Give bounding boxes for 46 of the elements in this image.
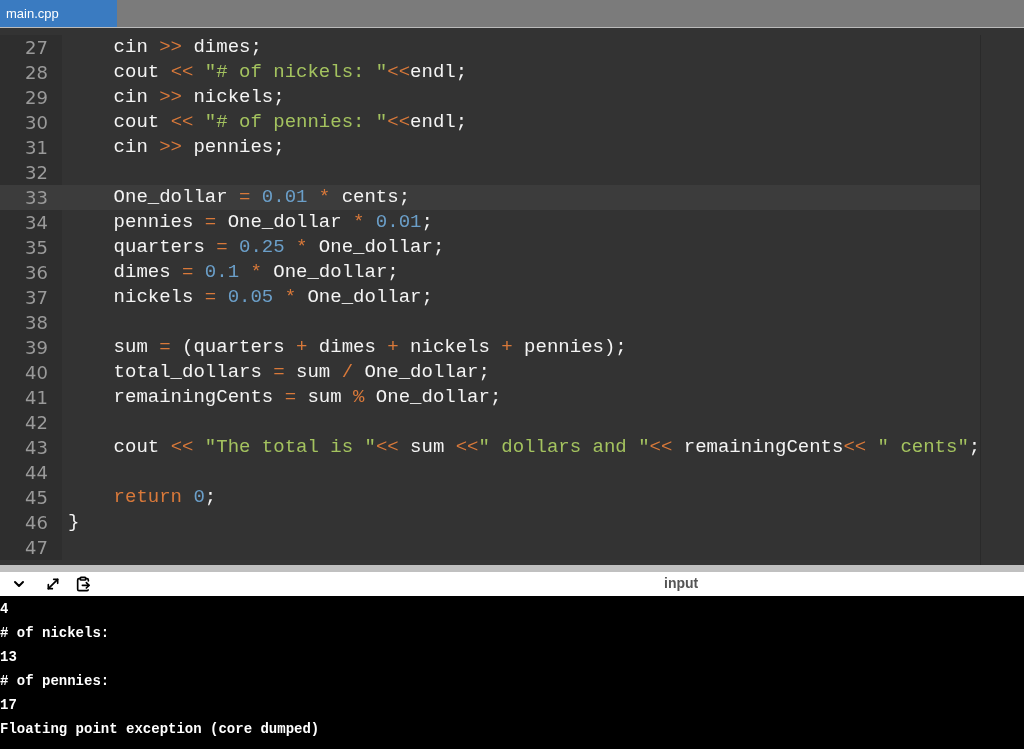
expand-icon[interactable] bbox=[45, 576, 61, 592]
console-output-line: # of pennies: bbox=[0, 672, 111, 691]
line-number: 44 bbox=[0, 460, 62, 485]
code-line: quarters = 0.25 * One_dollar; bbox=[112, 235, 445, 261]
panel-title: input bbox=[664, 574, 699, 593]
code-line: One_dollar = 0.01 * cents; bbox=[112, 185, 411, 211]
console-output-line: Floating point exception (core dumped) bbox=[0, 720, 321, 739]
code-line: return 0; bbox=[112, 485, 217, 511]
line-number: 43 bbox=[0, 435, 62, 460]
line-number: 27 bbox=[0, 35, 62, 60]
code-line: cin >> nickels; bbox=[112, 85, 285, 111]
code-line: cout << "# of nickels: "<<endl; bbox=[112, 60, 468, 86]
code-line: cout << "# of pennies: "<<endl; bbox=[112, 110, 468, 136]
code-line: dimes = 0.1 * One_dollar; bbox=[112, 260, 399, 286]
line-number: 28 bbox=[0, 60, 62, 85]
line-number: 30 bbox=[0, 110, 62, 135]
clipboard-icon[interactable] bbox=[75, 576, 91, 592]
line-number: 32 bbox=[0, 160, 62, 185]
code-line: cout << "The total is "<< sum <<" dollars and "<< remainingCents<< " cents"; bbox=[112, 435, 981, 461]
code-line: total_dollars = sum / One_dollar; bbox=[112, 360, 490, 386]
code-line: remainingCents = sum % One_dollar; bbox=[112, 385, 502, 411]
code-line: cin >> pennies; bbox=[112, 135, 285, 161]
file-tab[interactable]: main.cpp bbox=[0, 0, 117, 27]
console-output-line: 17 bbox=[0, 696, 18, 715]
console-output-line: # of nickels: bbox=[0, 624, 111, 643]
code-line: nickels = 0.05 * One_dollar; bbox=[112, 285, 433, 311]
line-number: 45 bbox=[0, 485, 62, 510]
line-number: 38 bbox=[0, 310, 62, 335]
line-number: 41 bbox=[0, 385, 62, 410]
line-number: 29 bbox=[0, 85, 62, 110]
line-number: 34 bbox=[0, 210, 62, 235]
line-number: 39 bbox=[0, 335, 62, 360]
line-number: 37 bbox=[0, 285, 62, 310]
line-number: 35 bbox=[0, 235, 62, 260]
line-number: 46 bbox=[0, 510, 62, 535]
line-number: 42 bbox=[0, 410, 62, 435]
code-line: pennies = One_dollar * 0.01; bbox=[112, 210, 433, 236]
console-output-line: 4 bbox=[0, 600, 10, 619]
line-number: 36 bbox=[0, 260, 62, 285]
line-number: 47 bbox=[0, 535, 62, 560]
line-number: 40 bbox=[0, 360, 62, 385]
code-line: } bbox=[67, 510, 80, 536]
code-line: cin >> dimes; bbox=[112, 35, 262, 61]
code-line: sum = (quarters + dimes + nickels + pennies); bbox=[112, 335, 627, 361]
console-output-line: 13 bbox=[0, 648, 18, 667]
line-number: 31 bbox=[0, 135, 62, 160]
